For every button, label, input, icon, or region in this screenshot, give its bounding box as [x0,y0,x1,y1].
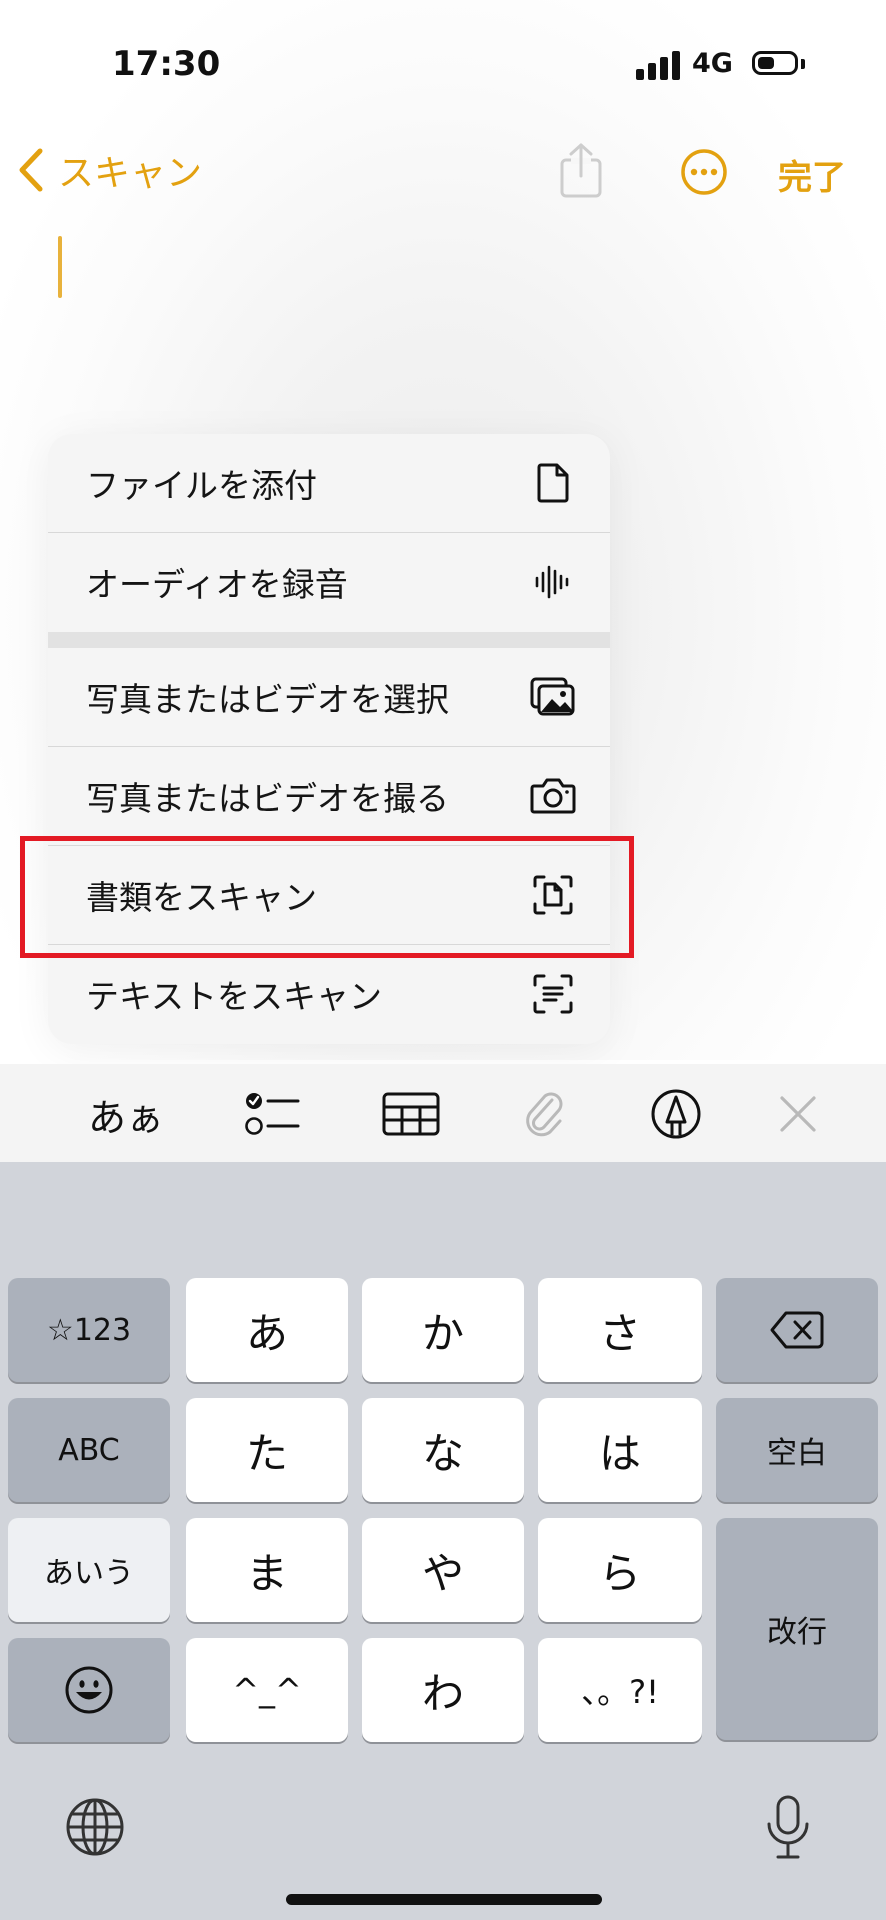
highlight-box [20,836,634,958]
menu-item-attach-file[interactable]: ファイルを添付 [48,434,610,532]
network-type: 4G [692,48,733,79]
checklist-icon [245,1093,300,1135]
battery-cap [801,59,805,69]
globe-icon [66,1798,124,1856]
key-ya[interactable]: や [362,1518,524,1622]
key-delete[interactable] [716,1278,878,1382]
checklist-button[interactable] [244,1088,300,1140]
text-format-button[interactable]: あぁ [88,1088,164,1140]
home-indicator [286,1894,602,1905]
key-kaomoji[interactable]: ^_^ [186,1638,348,1742]
back-button[interactable]: スキャン [18,144,202,196]
camera-icon [530,773,576,819]
close-toolbar-button[interactable] [778,1088,818,1140]
key-ma[interactable]: ま [186,1518,348,1622]
markup-pen-icon [651,1089,701,1139]
doc-icon [530,460,576,506]
key-space[interactable]: 空白 [716,1398,878,1502]
menu-item-take-photo-video[interactable]: 写真またはビデオを撮る [48,747,610,845]
dictation-button[interactable] [764,1794,812,1866]
done-button[interactable]: 完了 [778,150,846,199]
globe-button[interactable] [64,1796,126,1862]
markup-button[interactable] [650,1088,702,1140]
chevron-left-icon [19,148,43,192]
key-ka[interactable]: か [362,1278,524,1382]
cellular-signal-icon [636,50,682,80]
key-return[interactable]: 改行 [716,1518,878,1740]
text-scan-icon [530,971,576,1017]
microphone-icon [767,1795,809,1859]
menu-item-label: 写真またはビデオを選択 [86,680,449,719]
menu-item-record-audio[interactable]: オーディオを録音 [48,533,610,631]
key-ha[interactable]: は [538,1398,702,1502]
menu-item-label: オーディオを録音 [86,565,348,604]
key-kana-mode[interactable]: あいう [8,1518,170,1622]
key-ta[interactable]: た [186,1398,348,1502]
share-button[interactable] [556,142,606,202]
key-emoji[interactable] [8,1638,170,1742]
key-ra[interactable]: ら [538,1518,702,1622]
photos-icon [530,674,576,720]
status-time: 17:30 [112,44,221,84]
menu-item-scan-text[interactable]: テキストをスキャン [48,945,610,1043]
key-a[interactable]: あ [186,1278,348,1382]
menu-item-choose-photo-video[interactable]: 写真またはビデオを選択 [48,648,610,746]
menu-item-label: テキストをスキャン [86,977,383,1016]
key-symbols[interactable]: ☆123 [8,1278,170,1382]
emoji-icon [65,1666,113,1714]
battery-icon [752,51,798,75]
paperclip-icon [526,1092,563,1137]
attachment-button[interactable] [522,1088,566,1140]
share-icon [560,143,602,198]
key-abc[interactable]: ABC [8,1398,170,1502]
key-punctuation[interactable]: 、。?! [538,1638,702,1742]
waveform-icon [530,559,576,605]
more-button[interactable] [680,148,728,196]
key-wa[interactable]: わ [362,1638,524,1742]
text-cursor [58,236,62,298]
menu-item-label: 写真またはビデオを撮る [86,779,449,818]
ellipsis-circle-icon [681,149,727,195]
table-icon [382,1092,440,1136]
key-sa[interactable]: さ [538,1278,702,1382]
key-na[interactable]: な [362,1398,524,1502]
table-button[interactable] [382,1088,440,1140]
close-icon [780,1096,816,1132]
back-label: スキャン [58,153,203,194]
menu-group-separator [48,632,610,648]
menu-item-label: ファイルを添付 [86,466,317,505]
delete-backward-icon [770,1311,824,1349]
